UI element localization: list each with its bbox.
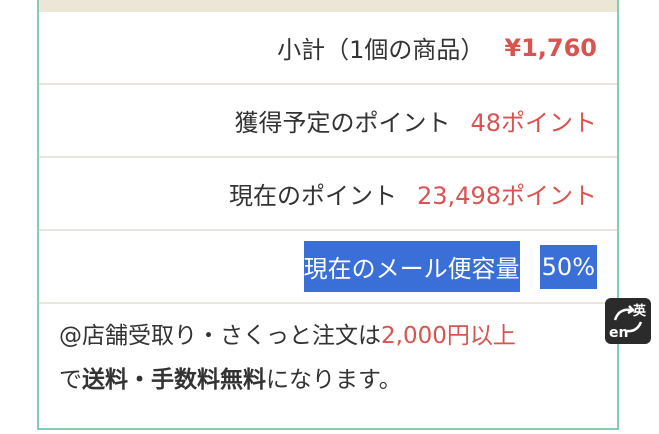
mail-capacity-label: 現在のメール便容量 <box>303 241 520 292</box>
notice-text-3: になります。 <box>266 367 402 393</box>
ime-toggle-icon[interactable]: 英 en <box>605 298 651 344</box>
current-points-value: 23,498ポイント <box>417 182 597 210</box>
current-points-row: 現在のポイント 23,498ポイント <box>39 158 617 231</box>
notice-threshold: 2,000円以上 <box>381 323 516 349</box>
notice-text-1: @店舗受取り・さくっと注文は <box>59 323 381 349</box>
subtotal-value: ¥1,760 <box>504 33 597 62</box>
notice-text-2: で <box>59 367 82 393</box>
header-strip <box>39 0 617 12</box>
subtotal-label: 小計（1個の商品） <box>277 36 485 64</box>
free-shipping-notice: @店舗受取り・さくっと注文は2,000円以上で送料・手数料無料になります。 <box>59 314 599 402</box>
points-to-earn-value: 48ポイント <box>470 109 597 137</box>
points-to-earn-row: 獲得予定のポイント 48ポイント <box>39 85 617 158</box>
mail-capacity-row: 現在のメール便容量 50% <box>39 231 617 304</box>
points-to-earn-label: 獲得予定のポイント <box>234 109 451 137</box>
subtotal-row: 小計（1個の商品） ¥1,760 <box>39 12 617 85</box>
ime-kanji-label: 英 <box>632 304 646 319</box>
notice-free-shipping: 送料・手数料無料 <box>82 367 266 393</box>
order-summary-panel: 小計（1個の商品） ¥1,760 獲得予定のポイント 48ポイント 現在のポイン… <box>37 0 619 430</box>
mail-capacity-value: 50% <box>539 244 597 289</box>
current-points-label: 現在のポイント <box>229 182 398 210</box>
ime-latin-label: en <box>609 325 629 341</box>
